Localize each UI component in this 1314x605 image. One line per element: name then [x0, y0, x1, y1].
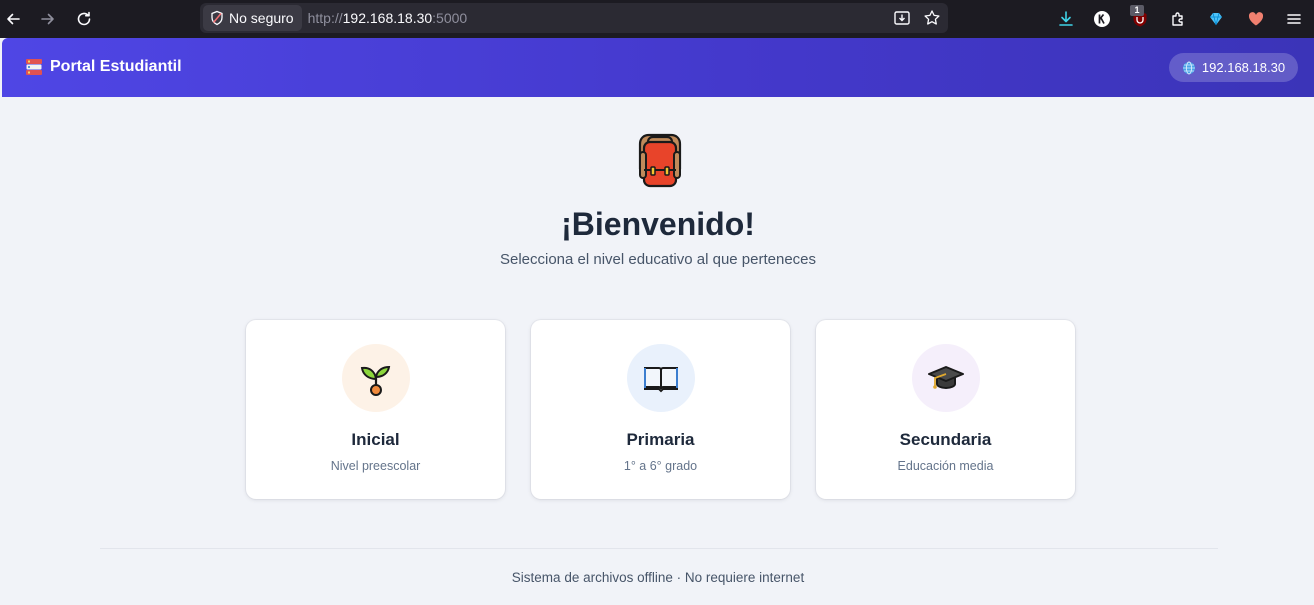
security-indicator[interactable]: No seguro: [203, 5, 302, 31]
forward-icon[interactable]: [37, 8, 59, 30]
app-header: Portal Estudiantil 192.168.18.30: [2, 38, 1314, 97]
level-card-inicial[interactable]: Inicial Nivel preescolar: [246, 320, 505, 499]
level-icon-circle: [342, 344, 410, 412]
address-bar[interactable]: No seguro http://192.168.18.30:5000: [200, 3, 948, 33]
url-text[interactable]: http://192.168.18.30:5000: [308, 10, 468, 26]
ip-address-text: 192.168.18.30: [1201, 60, 1286, 75]
gem-extension-icon[interactable]: [1205, 8, 1227, 30]
k-extension-icon[interactable]: [1091, 8, 1113, 30]
globe-icon: [1182, 61, 1195, 74]
brand[interactable]: Portal Estudiantil: [24, 57, 182, 77]
downloads-icon[interactable]: [1055, 8, 1077, 30]
welcome-subtitle: Selecciona el nivel educativo al que per…: [499, 251, 817, 268]
books-icon: [26, 59, 42, 75]
level-title: Secundaria: [899, 430, 992, 449]
open-book-icon: [644, 367, 678, 393]
welcome-title: ¡Bienvenido!: [561, 206, 755, 242]
ip-address-badge: 192.168.18.30: [1169, 53, 1298, 82]
backpack-icon: [638, 133, 682, 188]
graduation-cap-icon: [928, 366, 964, 390]
browser-toolbar: No seguro http://192.168.18.30:5000 1: [0, 0, 1314, 38]
heart-extension-icon[interactable]: [1245, 8, 1267, 30]
bookmark-star-icon[interactable]: [922, 8, 942, 28]
url-port: :5000: [432, 10, 468, 26]
level-card-secundaria[interactable]: Secundaria Educación media: [816, 320, 1075, 499]
brand-title: Portal Estudiantil: [50, 58, 182, 75]
back-icon[interactable]: [2, 8, 24, 30]
seedling-icon: [360, 365, 391, 396]
install-page-icon[interactable]: [892, 8, 912, 28]
level-subtitle: Educación media: [897, 459, 994, 473]
shield-warning-icon: [211, 10, 223, 26]
url-scheme: http://: [307, 10, 343, 26]
extensions-puzzle-icon[interactable]: [1167, 8, 1189, 30]
security-label: No seguro: [229, 10, 294, 26]
reload-icon[interactable]: [73, 8, 95, 30]
level-icon-circle: [627, 344, 695, 412]
level-title: Primaria: [626, 430, 695, 449]
level-title: Inicial: [351, 430, 400, 449]
menu-hamburger-icon[interactable]: [1283, 8, 1305, 30]
level-subtitle: 1° a 6° grado: [623, 459, 698, 473]
extension-badge: 1: [1130, 5, 1144, 16]
footer-divider: [100, 548, 1218, 549]
url-host: 192.168.18.30: [342, 10, 433, 26]
footer-text: Sistema de archivos offline · No requier…: [511, 570, 805, 585]
level-card-primaria[interactable]: Primaria 1° a 6° grado: [531, 320, 790, 499]
page: Portal Estudiantil 192.168.18.30 ¡Bienve…: [2, 38, 1314, 605]
level-icon-circle: [912, 344, 980, 412]
level-subtitle: Nivel preescolar: [330, 459, 421, 473]
